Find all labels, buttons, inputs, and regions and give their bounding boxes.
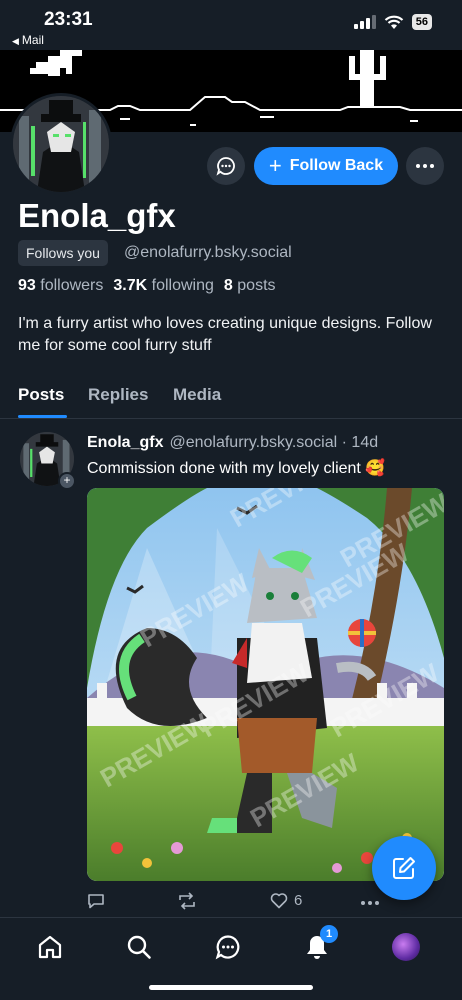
nav-home[interactable] bbox=[33, 930, 67, 964]
home-icon bbox=[38, 935, 62, 959]
messages-icon bbox=[215, 935, 240, 960]
like-button[interactable]: 6 bbox=[270, 892, 302, 909]
back-arrow-icon: ◀ bbox=[12, 36, 19, 46]
plus-icon: + bbox=[268, 153, 282, 178]
heart-icon bbox=[270, 893, 288, 909]
post-image[interactable]: PREVIEW PREVIEW PREVIEW PREVIEW PREVIEW … bbox=[87, 488, 444, 881]
followers-stat[interactable]: 93 followers bbox=[18, 277, 103, 295]
repost-button[interactable] bbox=[177, 892, 197, 910]
back-to-app-link[interactable]: ◀ Mail bbox=[12, 33, 44, 47]
status-icons: 56 bbox=[353, 14, 432, 30]
reply-icon bbox=[88, 894, 104, 909]
nav-search[interactable] bbox=[122, 930, 156, 964]
following-stat[interactable]: 3.7K following bbox=[113, 277, 214, 295]
signal-icon bbox=[353, 15, 376, 29]
post-author-name: Enola_gfx bbox=[87, 434, 164, 451]
nav-messages[interactable] bbox=[211, 930, 245, 964]
battery-indicator: 56 bbox=[411, 14, 432, 30]
wifi-icon bbox=[384, 15, 403, 29]
message-button[interactable] bbox=[207, 147, 245, 185]
search-icon bbox=[127, 935, 151, 959]
status-time: 23:31 bbox=[44, 9, 93, 30]
profile-display-name: Enola_gfx bbox=[18, 197, 176, 234]
home-indicator bbox=[149, 985, 313, 990]
posts-stat: 8 posts bbox=[223, 277, 276, 294]
more-icon bbox=[416, 164, 420, 168]
post-more-button[interactable] bbox=[361, 901, 379, 905]
follow-back-label: Follow Back bbox=[289, 157, 384, 174]
follow-back-button[interactable]: + Follow Back bbox=[254, 147, 398, 185]
avatar-image bbox=[13, 96, 109, 192]
commission-artwork: PREVIEW PREVIEW PREVIEW PREVIEW PREVIEW … bbox=[87, 488, 444, 881]
tab-replies[interactable]: Replies bbox=[88, 385, 148, 405]
like-count: 6 bbox=[294, 892, 303, 909]
back-app-label: Mail bbox=[21, 33, 44, 47]
compose-icon bbox=[393, 857, 415, 879]
profile-handle: @enolafurry.bsky.social bbox=[124, 244, 292, 261]
nav-notifications[interactable]: 1 bbox=[300, 925, 338, 964]
follow-plus-badge[interactable]: + bbox=[58, 472, 76, 490]
more-options-button[interactable] bbox=[406, 147, 444, 185]
notification-badge: 1 bbox=[320, 925, 338, 943]
tab-posts[interactable]: Posts bbox=[18, 385, 64, 405]
post-header[interactable]: Enola_gfx @enolafurry.bsky.social · 14d bbox=[87, 434, 378, 452]
chat-icon bbox=[216, 157, 235, 176]
post-actions: 6 bbox=[87, 892, 387, 914]
post-text: Commission done with my lovely client 🥰 bbox=[87, 460, 386, 477]
nav-profile-avatar bbox=[392, 933, 420, 961]
compose-button[interactable] bbox=[372, 836, 436, 900]
profile-bio: I'm a furry artist who loves creating un… bbox=[18, 315, 432, 354]
profile-stats: 93 followers 3.7K following 8 posts bbox=[18, 277, 276, 295]
active-tab-indicator bbox=[18, 415, 67, 418]
nav-profile[interactable] bbox=[389, 930, 423, 964]
post-time: · 14d bbox=[341, 434, 379, 451]
reply-button[interactable] bbox=[87, 892, 105, 910]
follows-you-badge: Follows you bbox=[18, 240, 108, 266]
more-icon bbox=[361, 901, 365, 905]
profile-avatar[interactable] bbox=[10, 93, 112, 195]
status-bar: 23:31 ◀ Mail 56 bbox=[0, 0, 462, 50]
tab-media[interactable]: Media bbox=[173, 385, 221, 405]
post-author-handle: @enolafurry.bsky.social bbox=[169, 434, 338, 451]
repost-icon bbox=[179, 892, 195, 910]
profile-tabs: Posts Replies Media bbox=[0, 376, 462, 419]
